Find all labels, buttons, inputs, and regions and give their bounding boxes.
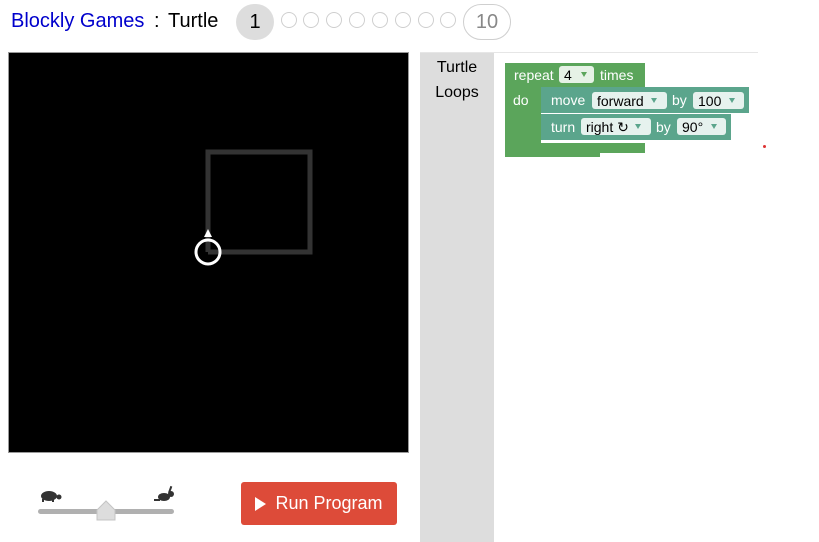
turn-label: turn (551, 119, 575, 135)
level-dot-2[interactable] (281, 12, 297, 28)
run-program-button[interactable]: Run Program (241, 482, 397, 525)
turtle-canvas (8, 52, 409, 453)
title-separator: : (154, 10, 160, 32)
level-dot-7[interactable] (395, 12, 411, 28)
speed-slider-graphic (38, 485, 174, 521)
turn-angle-field[interactable]: 90° (677, 118, 726, 135)
times-label: times (600, 67, 633, 83)
level-10-button[interactable]: 10 (463, 4, 511, 40)
header: Blockly Games : Turtle 1 10 (0, 0, 819, 44)
turn-angle-value: 90° (682, 119, 703, 135)
speed-slider[interactable] (36, 482, 178, 522)
level-dot-3[interactable] (303, 12, 319, 28)
level-dot-9[interactable] (440, 12, 456, 28)
turtle-heading-icon (204, 229, 212, 237)
toolbox-category-loops[interactable]: Loops (420, 84, 494, 102)
play-icon (255, 496, 267, 511)
toolbox: Turtle Loops (420, 53, 494, 542)
turn-by-label: by (656, 119, 671, 135)
move-by-label: by (672, 92, 687, 108)
move-direction-value: forward (597, 93, 644, 109)
level-dot-8[interactable] (418, 12, 434, 28)
turn-direction-dropdown[interactable]: right ↻ (581, 118, 651, 135)
turn-direction-value: right ↻ (586, 119, 629, 135)
do-label: do (513, 92, 529, 108)
drawn-square (205, 149, 313, 255)
repeat-count-value: 4 (564, 67, 572, 83)
level-dot-6[interactable] (372, 12, 388, 28)
turtle-icon (41, 491, 62, 502)
move-amount-value: 100 (698, 93, 722, 109)
game-name: Turtle (168, 10, 219, 32)
repeat-label: repeat (514, 67, 554, 83)
level-dot-5[interactable] (349, 12, 365, 28)
toolbox-category-turtle[interactable]: Turtle (420, 59, 494, 77)
turn-block[interactable]: turn right ↻ by 90° (541, 114, 731, 140)
move-direction-dropdown[interactable]: forward (592, 92, 667, 109)
repeat-count-field[interactable]: 4 (559, 66, 594, 83)
block-canvas: repeat 4 times do move forward by 100 tu… (505, 63, 749, 157)
move-block[interactable]: move forward by 100 (541, 87, 749, 113)
move-amount-field[interactable]: 100 (693, 92, 744, 109)
rabbit-icon (154, 485, 174, 501)
level-dot-4[interactable] (326, 12, 342, 28)
marker-dot (763, 145, 766, 148)
run-program-label: Run Program (275, 493, 383, 513)
turtle-drawing (194, 149, 313, 266)
blockly-workspace[interactable]: repeat 4 times do move forward by 100 tu… (494, 53, 819, 542)
app-name-link[interactable]: Blockly Games (11, 10, 144, 33)
level-1-button[interactable]: 1 (236, 4, 274, 40)
move-label: move (551, 92, 585, 108)
speed-thumb[interactable] (96, 500, 116, 521)
